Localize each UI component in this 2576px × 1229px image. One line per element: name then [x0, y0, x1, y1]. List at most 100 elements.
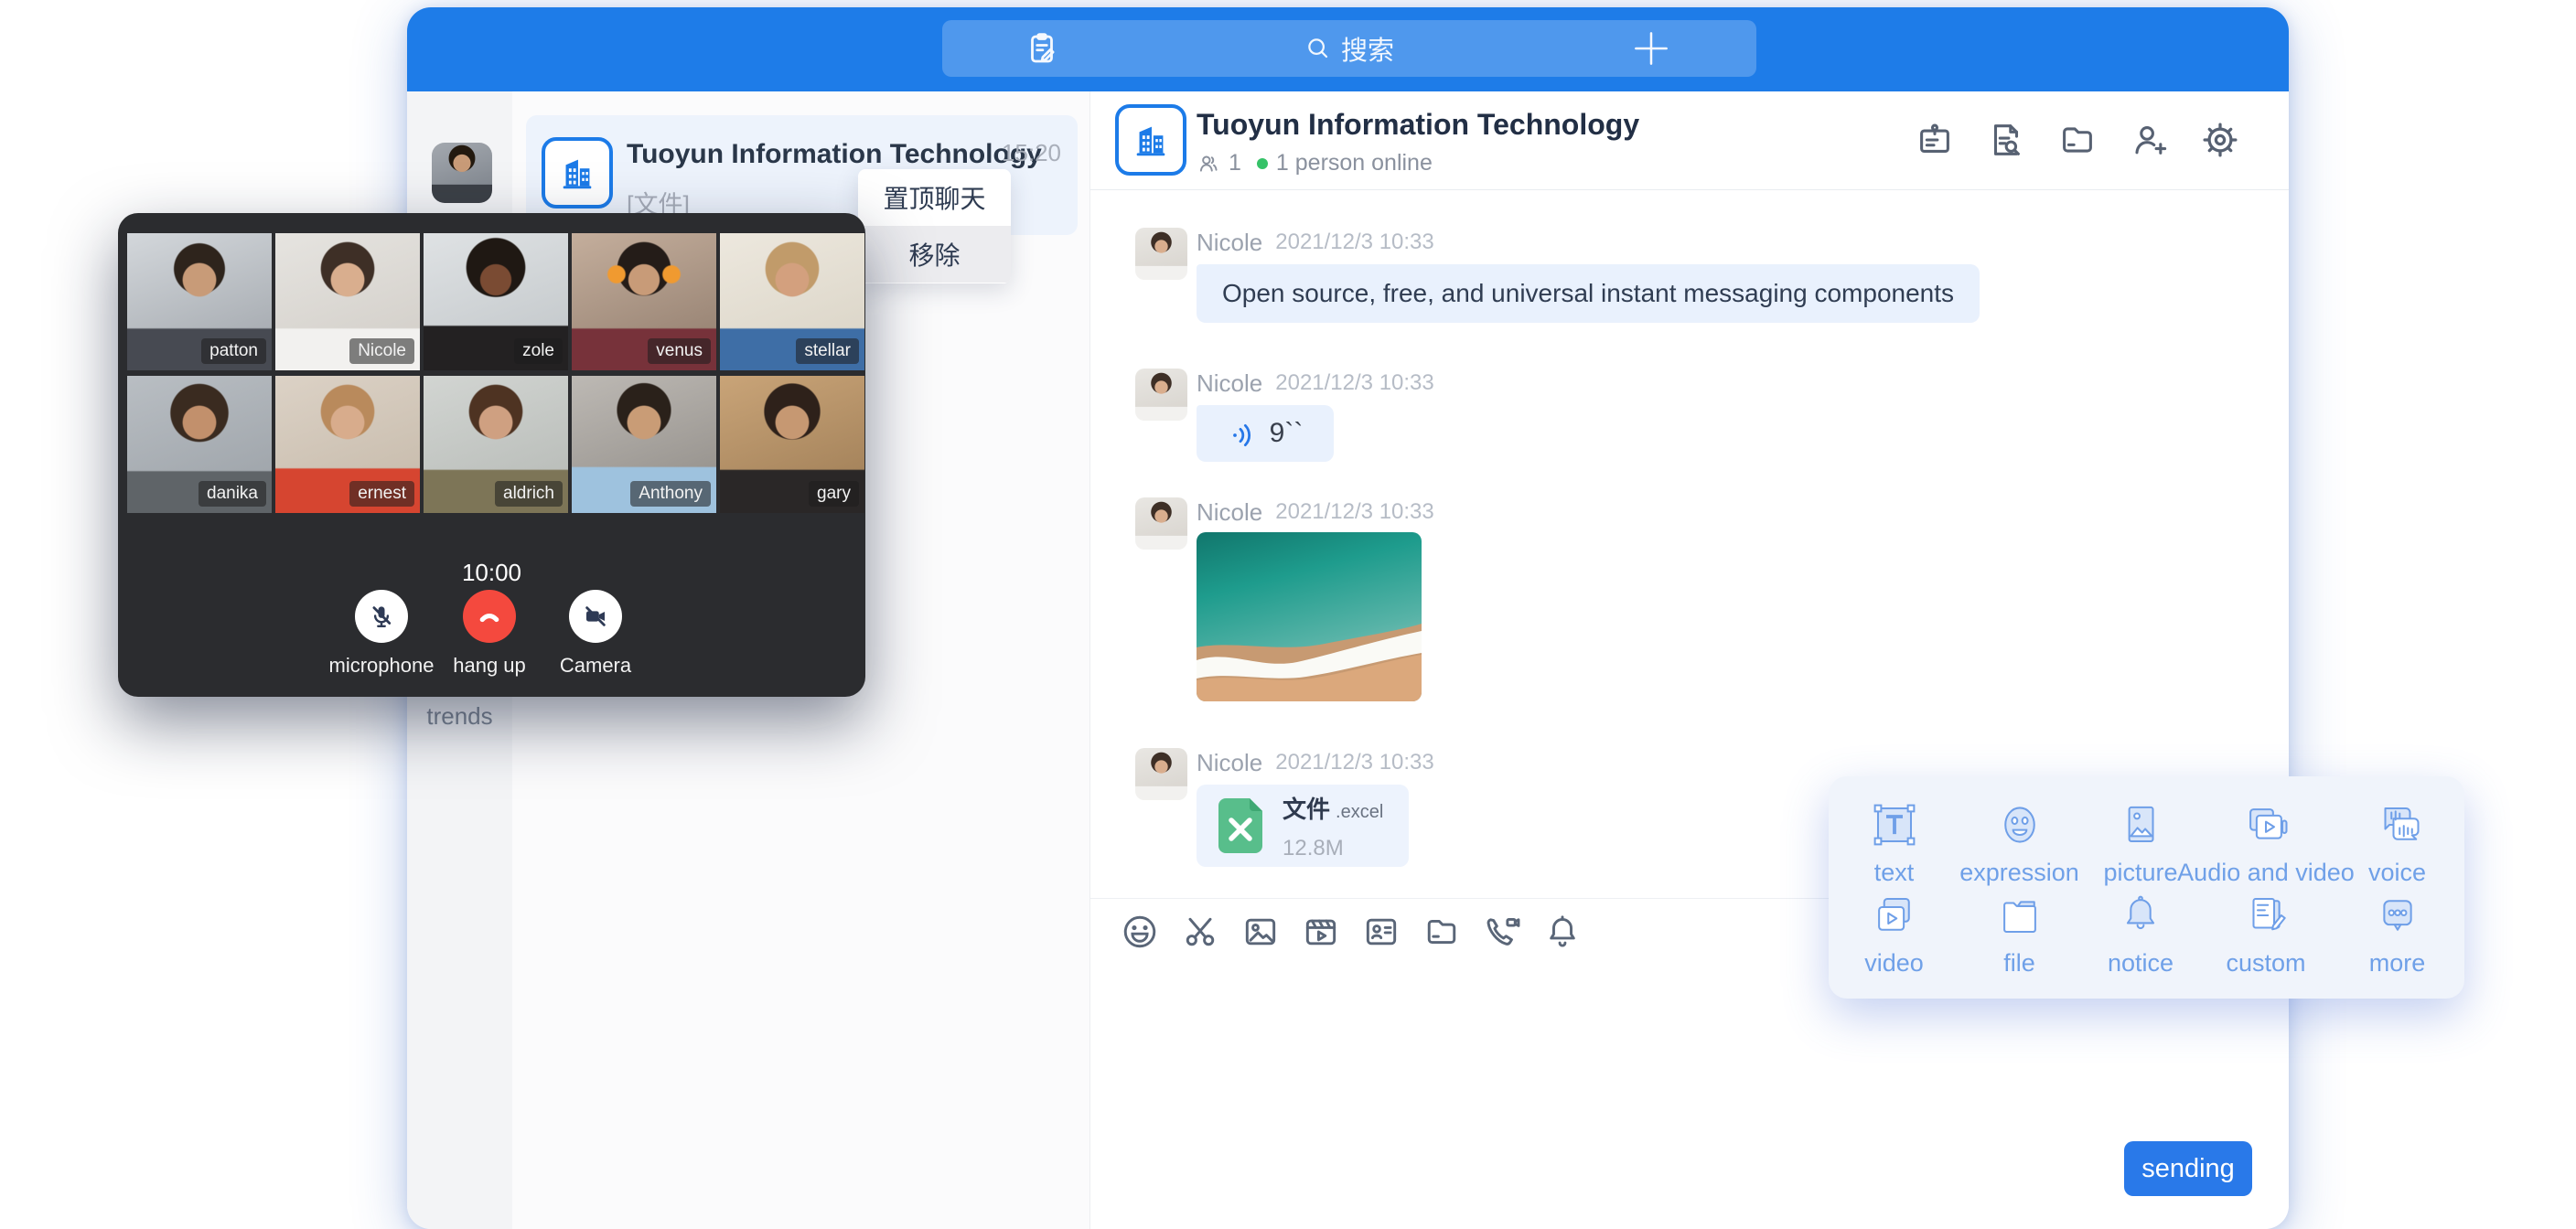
participant-name: ernest	[349, 481, 414, 507]
file-name: 文件	[1283, 796, 1330, 823]
sender-name: Nicole	[1197, 749, 1262, 777]
group-call-window: patton Nicole zole venus stellar danika …	[118, 213, 865, 697]
sender-name: Nicole	[1197, 498, 1262, 527]
beach-photo	[1197, 532, 1422, 701]
group-avatar	[542, 137, 613, 208]
text-bubble[interactable]: Open source, free, and universal instant…	[1197, 264, 1980, 323]
add-icon[interactable]	[1628, 26, 1674, 71]
online-status: 1 person online	[1276, 150, 1433, 176]
message-type-panel: text expression picture	[1829, 776, 2464, 999]
call-tile[interactable]: venus	[572, 233, 716, 370]
custom-icon	[2241, 891, 2291, 940]
message-text: Nicole2021/12/3 10:33 Open source, free,…	[1135, 228, 2289, 323]
panel-item-custom[interactable]: custom	[2202, 891, 2330, 981]
call-tile[interactable]: patton	[127, 233, 272, 370]
notice-icon	[2116, 891, 2165, 940]
chat-title: Tuoyun Information Technology	[1197, 108, 1639, 142]
menu-item-pin-chat[interactable]: 置顶聊天	[858, 169, 1011, 226]
emoji-icon[interactable]	[1120, 912, 1160, 952]
call-tile[interactable]: ernest	[275, 376, 420, 513]
file-size: 12.8M	[1283, 836, 1383, 861]
participant-name: gary	[809, 481, 859, 507]
call-tile[interactable]: Nicole	[275, 233, 420, 370]
search-bar[interactable]: 搜索	[942, 20, 1756, 77]
participant-name: Anthony	[630, 481, 711, 507]
panel-item-file[interactable]: file	[1959, 891, 2079, 981]
sender-avatar[interactable]	[1135, 228, 1187, 280]
microphone-toggle-button[interactable]	[355, 590, 408, 643]
panel-item-more[interactable]: more	[2330, 891, 2464, 981]
call-tile[interactable]: danika	[127, 376, 272, 513]
more-icon	[2373, 891, 2422, 940]
file-icon	[1995, 891, 2045, 940]
voice-duration: 9``	[1270, 418, 1304, 449]
voice-bubble[interactable]: 9``	[1197, 405, 1334, 462]
contact-card-icon[interactable]	[1361, 912, 1401, 952]
call-tile[interactable]: aldrich	[424, 376, 568, 513]
call-tile[interactable]: zole	[424, 233, 568, 370]
chat-panel: Tuoyun Information Technology 1 1 person…	[1090, 91, 2289, 1229]
add-member-icon[interactable]	[2128, 119, 2170, 161]
chat-header: Tuoyun Information Technology 1 1 person…	[1090, 91, 2289, 190]
group-avatar[interactable]	[1115, 104, 1186, 176]
participant-name: danika	[199, 481, 266, 507]
participant-name: Nicole	[349, 338, 414, 364]
participant-name: stellar	[796, 338, 859, 364]
top-bar: 搜索	[407, 7, 2289, 91]
picture-icon[interactable]	[1240, 912, 1281, 952]
notification-icon[interactable]	[1542, 912, 1583, 952]
send-button[interactable]: sending	[2124, 1141, 2252, 1196]
video-clip-icon[interactable]	[1301, 912, 1341, 952]
call-tile[interactable]: stellar	[720, 233, 864, 370]
participant-name: venus	[648, 338, 711, 364]
sender-avatar[interactable]	[1135, 497, 1187, 550]
members-icon	[1197, 152, 1220, 176]
call-tile[interactable]: gary	[720, 376, 864, 513]
chat-history-search-icon[interactable]	[1985, 119, 2027, 161]
panel-item-expression[interactable]: expression	[1959, 800, 2079, 891]
member-count: 1	[1229, 150, 1241, 176]
conversation-context-menu: 置顶聊天 移除	[858, 169, 1011, 283]
participant-name: aldrich	[495, 481, 563, 507]
file-bubble[interactable]: 文件 .excel 12.8M	[1197, 785, 1409, 867]
hang-up-button[interactable]	[463, 590, 516, 643]
menu-item-remove[interactable]: 移除	[858, 226, 1011, 283]
message-voice: Nicole2021/12/3 10:33 9``	[1135, 369, 2289, 462]
participant-name: patton	[201, 338, 266, 364]
search-icon	[1304, 35, 1332, 62]
expression-icon	[1995, 800, 2045, 850]
voice-wave-icon	[1228, 419, 1257, 448]
message-image: Nicole 2021/12/3 10:33	[1135, 497, 2289, 701]
group-notice-icon[interactable]	[1914, 119, 1956, 161]
image-bubble[interactable]	[1197, 532, 1422, 701]
voice-icon	[2373, 800, 2422, 850]
message-time: 2021/12/3 10:33	[1275, 499, 1434, 525]
panel-item-video[interactable]: video	[1829, 891, 1959, 981]
user-avatar[interactable]	[432, 143, 492, 203]
call-tile[interactable]: Anthony	[572, 376, 716, 513]
panel-item-text[interactable]: text	[1829, 800, 1959, 891]
text-icon	[1870, 800, 1919, 850]
camera-label: Camera	[522, 654, 669, 678]
screenshot-stage: 搜索 trends	[0, 0, 2576, 1229]
audio-video-icon	[2241, 800, 2291, 850]
call-timer: 10:00	[118, 559, 865, 587]
camera-toggle-button[interactable]	[569, 590, 622, 643]
panel-item-audio-video[interactable]: Audio and video	[2202, 800, 2330, 891]
screenshot-icon[interactable]	[1180, 912, 1220, 952]
panel-item-notice[interactable]: notice	[2079, 891, 2202, 981]
participant-name: zole	[514, 338, 563, 364]
group-files-icon[interactable]	[2056, 119, 2098, 161]
sender-avatar[interactable]	[1135, 369, 1187, 421]
settings-icon[interactable]	[2199, 119, 2241, 161]
message-time: 2021/12/3 10:33	[1275, 750, 1434, 775]
online-dot	[1257, 158, 1268, 169]
search-placeholder: 搜索	[1341, 29, 1394, 68]
file-icon[interactable]	[1422, 912, 1462, 952]
video-call-icon[interactable]	[1482, 912, 1522, 952]
file-ext: .excel	[1336, 802, 1383, 822]
conversation-time: 15:20	[1002, 139, 1061, 167]
panel-item-voice[interactable]: voice	[2330, 800, 2464, 891]
sender-avatar[interactable]	[1135, 748, 1187, 800]
video-icon	[1870, 891, 1919, 940]
